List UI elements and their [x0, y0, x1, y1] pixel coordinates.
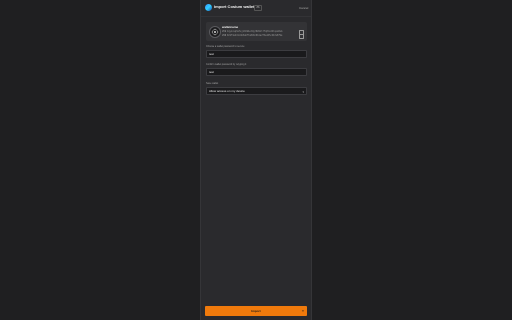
cosium-wallet-icon — [209, 26, 221, 38]
storage-select[interactable]: Allow access on my device ▾ — [206, 87, 307, 95]
confirm-password-label: Confirm wallet password by retyping it — [206, 63, 247, 66]
address-1-value: 1qyzxsq3e7ejz9dk4wtdgr0m9nl7fq0lsd4lxpa8… — [226, 30, 283, 33]
address-1-label: ct1 — [222, 30, 226, 33]
arrow-right-icon: » — [301, 308, 304, 313]
header: Import Cosium wallet JS Cancel — [201, 0, 311, 15]
wallet-address-2: ct20x9f3e2d1c4b5a6f7e8d9c0b1a2f3e4d5c6b7… — [222, 34, 302, 37]
copy-icon[interactable] — [299, 34, 304, 39]
password-input[interactable]: test — [206, 50, 307, 58]
cosium-logo-icon — [205, 4, 212, 11]
confirm-password-input[interactable]: test — [206, 68, 307, 76]
wallet-address-1: ct11qyzxsq3e7ejz9dk4wtdgr0m9nl7fq0lsd4lx… — [222, 30, 302, 33]
storage-select-value: Allow access on my device — [209, 89, 245, 93]
address-2-value: 0x9f3e2d1c4b5a6f7e8d9c0b1a2f3e4d5c6b7a8f… — [226, 34, 283, 37]
import-button[interactable]: Import » — [205, 306, 307, 316]
wallet-card: walletname ct11qyzxsq3e7ejz9dk4wtdgr0m9n… — [206, 22, 307, 41]
import-button-label: Import — [251, 309, 261, 313]
address-2-label: ct2 — [222, 34, 226, 37]
import-wallet-panel: Import Cosium wallet JS Cancel walletnam… — [200, 0, 312, 320]
chevron-down-icon: ▾ — [302, 90, 304, 94]
cancel-button[interactable]: Cancel — [299, 6, 308, 10]
page-title: Import Cosium wallet — [214, 4, 255, 9]
password-label: Choose a wallet password to secure — [206, 45, 245, 48]
wallet-name: walletname — [222, 25, 239, 29]
header-divider — [201, 16, 311, 17]
storage-label: Save wallet — [206, 82, 219, 85]
network-badge: JS — [254, 5, 262, 11]
